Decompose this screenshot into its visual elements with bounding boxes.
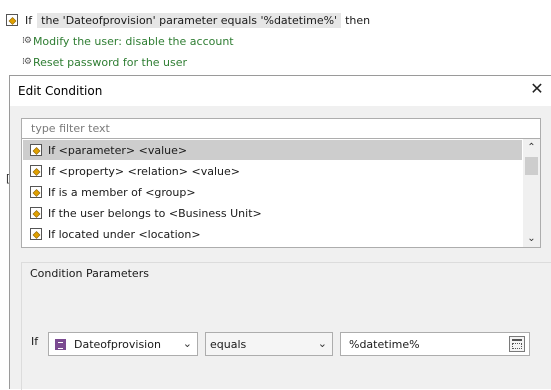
relation-select-value: equals <box>210 337 247 351</box>
dialog-header: Edit Condition ✕ <box>10 76 551 106</box>
list-item[interactable]: If <property> <relation> <value> <box>23 161 522 181</box>
filter-input[interactable] <box>21 118 541 139</box>
condition-type-list[interactable]: If <parameter> <value> If <property> <re… <box>21 139 541 248</box>
list-item-label: If the user belongs to <Business Unit> <box>48 206 262 220</box>
action-label: Reset password for the user <box>32 55 188 69</box>
parameter-select[interactable]: Dateofprovision ⌄ <box>48 332 198 356</box>
chevron-down-icon: ⌄ <box>182 337 192 350</box>
condition-icon <box>30 206 42 219</box>
list-item[interactable]: If the user belongs to <Business Unit> <box>23 203 522 223</box>
rule-if-keyword: If <box>25 13 33 27</box>
dialog-title: Edit Condition <box>18 84 103 98</box>
action-gear-icon: ⁞⚙ <box>22 36 32 46</box>
list-item-label: If located under <location> <box>48 227 201 241</box>
list-scrollbar[interactable]: ⌃ ⌄ <box>523 139 540 247</box>
scroll-down-icon[interactable]: ⌄ <box>523 230 540 247</box>
list-item-label: If is a member of <group> <box>48 185 196 199</box>
rule-then-keyword: then <box>345 13 371 27</box>
value-input[interactable]: %datetime% <box>340 332 530 356</box>
list-item[interactable]: If <parameter> <value> <box>23 140 522 160</box>
relation-select[interactable]: equals ⌄ <box>205 332 333 356</box>
close-icon[interactable]: ✕ <box>529 81 545 98</box>
calendar-icon[interactable] <box>509 336 525 352</box>
scroll-up-icon[interactable]: ⌃ <box>523 139 540 156</box>
list-item-label: If <property> <relation> <value> <box>48 164 240 178</box>
rule-condition-line[interactable]: If the 'Dateofprovision' parameter equal… <box>6 11 370 29</box>
list-item-label: If <parameter> <value> <box>48 143 188 157</box>
condition-parameters-panel: Condition Parameters <box>21 262 551 390</box>
condition-icon <box>30 185 42 198</box>
rule-action-reset-password[interactable]: ⁞⚙ Reset password for the user <box>22 54 187 70</box>
condition-icon <box>30 164 42 177</box>
parameter-select-value: Dateofprovision <box>74 337 161 351</box>
value-input-text: %datetime% <box>349 337 420 351</box>
condition-icon <box>6 13 18 26</box>
scrollbar-thumb[interactable] <box>525 157 538 175</box>
parameter-icon <box>55 338 66 350</box>
condition-icon <box>30 143 42 156</box>
list-item[interactable]: If located under <location> <box>23 224 522 244</box>
rule-condition-text[interactable]: the 'Dateofprovision' parameter equals '… <box>37 12 342 28</box>
rule-action-disable[interactable]: ⁞⚙ Modify the user: disable the account <box>22 33 234 49</box>
action-gear-icon: ⁞⚙ <box>22 57 32 67</box>
rule-editor: If the 'Dateofprovision' parameter equal… <box>0 0 551 80</box>
action-label: Modify the user: disable the account <box>32 34 234 48</box>
param-if-label: If <box>31 335 39 348</box>
list-item[interactable]: If is a member of <group> <box>23 182 522 202</box>
chevron-down-icon: ⌄ <box>317 337 327 350</box>
edit-condition-dialog: Edit Condition ✕ If <parameter> <value> … <box>9 75 551 390</box>
condition-parameters-title: Condition Parameters <box>30 267 149 280</box>
condition-icon <box>30 227 42 240</box>
